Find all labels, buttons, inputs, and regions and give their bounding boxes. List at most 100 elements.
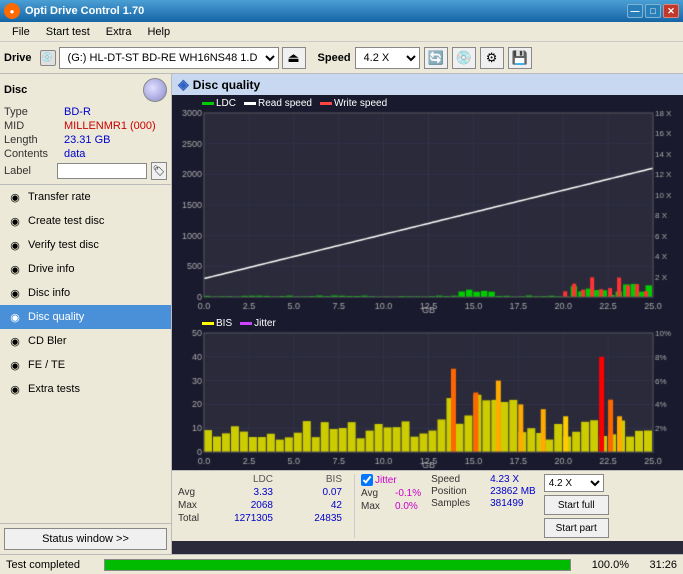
menu-help[interactable]: Help: [139, 24, 178, 40]
speed-info-label: Speed: [431, 474, 486, 485]
speed-dropdown[interactable]: 4.2 X: [544, 474, 604, 492]
jitter-max-label: Max: [361, 501, 391, 512]
speed-select[interactable]: 4.2 X: [355, 47, 420, 69]
label-input[interactable]: [57, 163, 147, 179]
write-speed-color: [320, 102, 332, 105]
disc-mid-label: MID: [4, 120, 64, 132]
verify-test-disc-icon: ◉: [8, 238, 22, 252]
left-panel: Disc Type BD-R MID MILLENMR1 (000) Lengt…: [0, 74, 172, 554]
disc-label-label: Label: [4, 165, 57, 177]
total-label: Total: [178, 513, 210, 524]
read-speed-color: [244, 102, 256, 105]
disc-type-value: BD-R: [64, 106, 91, 118]
bottom-chart-canvas: [172, 315, 683, 470]
nav-label-transfer-rate: Transfer rate: [28, 191, 91, 203]
app-icon: ●: [4, 3, 20, 19]
menu-start-test[interactable]: Start test: [38, 24, 98, 40]
nav-label-drive-info: Drive info: [28, 263, 74, 275]
nav-label-disc-info: Disc info: [28, 287, 70, 299]
bis-color: [202, 322, 214, 325]
drive-label: Drive: [4, 52, 32, 64]
max-label: Max: [178, 500, 210, 511]
eject-button[interactable]: ⏏: [282, 47, 306, 69]
jitter-avg-val: -0.1%: [395, 488, 421, 499]
legend-write-speed: Write speed: [320, 98, 387, 109]
disc-type-row: Type BD-R: [4, 106, 167, 118]
refresh-button[interactable]: 🔄: [424, 47, 448, 69]
nav-item-disc-info[interactable]: ◉ Disc info: [0, 281, 171, 305]
drive-select[interactable]: (G:) HL-DT-ST BD-RE WH16NS48 1.D3: [59, 47, 279, 69]
status-bar: Test completed 100.0% 31:26: [0, 554, 683, 574]
speed-info-val: 4.23 X: [490, 474, 519, 485]
start-full-button[interactable]: Start full: [544, 495, 609, 515]
nav-item-create-test-disc[interactable]: ◉ Create test disc: [0, 209, 171, 233]
bis-label: BIS: [216, 318, 232, 329]
disc-section-title: Disc: [4, 84, 27, 96]
chart-title: Disc quality: [193, 78, 260, 92]
nav-item-fe-te[interactable]: ◉ FE / TE: [0, 353, 171, 377]
disc-contents-row: Contents data: [4, 148, 167, 160]
disc-length-row: Length 23.31 GB: [4, 134, 167, 146]
nav-item-extra-tests[interactable]: ◉ Extra tests: [0, 377, 171, 401]
ldc-col-header: LDC: [214, 474, 279, 485]
legend-ldc: LDC: [202, 98, 236, 109]
nav-label-cd-bler: CD Bler: [28, 335, 67, 347]
status-btn-area: Status window >>: [0, 523, 171, 554]
maximize-button[interactable]: □: [645, 4, 661, 18]
save-button[interactable]: 💾: [508, 47, 532, 69]
nav-item-transfer-rate[interactable]: ◉ Transfer rate: [0, 185, 171, 209]
read-speed-label: Read speed: [258, 98, 312, 109]
speed-label: Speed: [318, 52, 351, 64]
disc-length-label: Length: [4, 134, 64, 146]
status-window-button[interactable]: Status window >>: [4, 528, 167, 550]
toolbar: Drive 💿 (G:) HL-DT-ST BD-RE WH16NS48 1.D…: [0, 42, 683, 74]
disc-type-label: Type: [4, 106, 64, 118]
disc-contents-label: Contents: [4, 148, 64, 160]
total-ldc: 1271305: [214, 513, 279, 524]
samples-val: 381499: [490, 498, 523, 509]
nav-label-disc-quality: Disc quality: [28, 311, 84, 323]
right-panel: ◈ Disc quality LDC Read speed Write spee…: [172, 74, 683, 554]
start-part-button[interactable]: Start part: [544, 518, 609, 538]
settings-button[interactable]: ⚙: [480, 47, 504, 69]
avg-label: Avg: [178, 487, 210, 498]
nav-item-drive-info[interactable]: ◉ Drive info: [0, 257, 171, 281]
minimize-button[interactable]: —: [627, 4, 643, 18]
ldc-color: [202, 102, 214, 105]
status-time: 31:26: [637, 559, 677, 571]
menu-file[interactable]: File: [4, 24, 38, 40]
progress-bar-fill: [105, 560, 570, 570]
jitter-chart-label: Jitter: [254, 318, 276, 329]
menu-extra[interactable]: Extra: [98, 24, 140, 40]
nav-label-create-test-disc: Create test disc: [28, 215, 104, 227]
stats-area: LDC BIS Avg 3.33 0.07 Max 2068 42 Total …: [172, 470, 683, 541]
jitter-checkbox[interactable]: [361, 474, 373, 486]
ldc-label: LDC: [216, 98, 236, 109]
bis-col-header: BIS: [283, 474, 348, 485]
total-bis: 24835: [283, 513, 348, 524]
avg-bis: 0.07: [283, 487, 348, 498]
extra-tests-icon: ◉: [8, 382, 22, 396]
app-title: Opti Drive Control 1.70: [25, 5, 627, 17]
disc-label-row: Label 🏷: [4, 162, 167, 180]
top-chart: LDC Read speed Write speed: [172, 95, 683, 315]
nav-menu: ◉ Transfer rate ◉ Create test disc ◉ Ver…: [0, 185, 171, 523]
legend-jitter: Jitter: [240, 318, 276, 329]
create-test-disc-icon: ◉: [8, 214, 22, 228]
disc-icon: [143, 78, 167, 102]
legend-bis: BIS: [202, 318, 232, 329]
max-bis: 42: [283, 500, 348, 511]
disc-button[interactable]: 💿: [452, 47, 476, 69]
chart-title-bar: ◈ Disc quality: [172, 74, 683, 95]
nav-item-cd-bler[interactable]: ◉ CD Bler: [0, 329, 171, 353]
title-bar: ● Opti Drive Control 1.70 — □ ✕: [0, 0, 683, 22]
label-icon-button[interactable]: 🏷: [151, 162, 167, 180]
close-button[interactable]: ✕: [663, 4, 679, 18]
transfer-rate-icon: ◉: [8, 190, 22, 204]
disc-mid-value: MILLENMR1 (000): [64, 120, 156, 132]
disc-contents-value: data: [64, 148, 85, 160]
nav-item-disc-quality[interactable]: ◉ Disc quality: [0, 305, 171, 329]
bottom-legend: BIS Jitter: [202, 318, 276, 329]
nav-item-verify-test-disc[interactable]: ◉ Verify test disc: [0, 233, 171, 257]
nav-label-verify-test-disc: Verify test disc: [28, 239, 99, 251]
